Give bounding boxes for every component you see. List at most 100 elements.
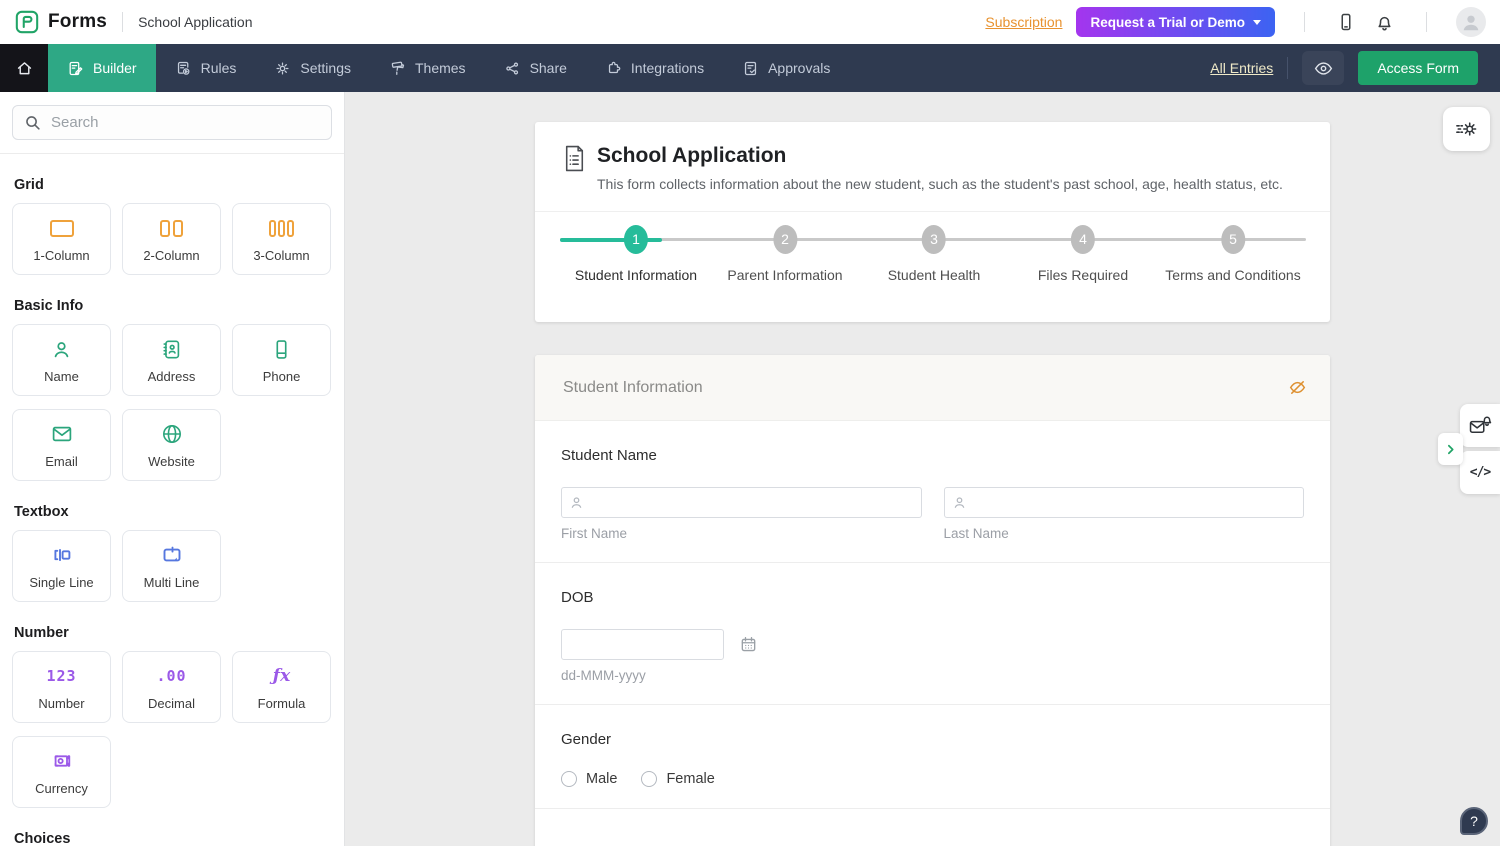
help-button[interactable]: ? — [1460, 807, 1488, 835]
nav-right: All Entries Access Form — [1210, 44, 1500, 92]
divider — [1287, 57, 1288, 79]
field-card-formula[interactable]: ƒx Formula — [232, 651, 331, 723]
mobile-icon — [1336, 12, 1356, 32]
nav-tabs: Builder Rules Settings Themes — [48, 44, 849, 92]
question-mark-icon: ? — [1470, 813, 1478, 829]
tab-rules[interactable]: Rules — [156, 44, 256, 92]
step-student-health[interactable]: 3 Student Health — [888, 225, 981, 283]
field-card-phone[interactable]: Phone — [232, 324, 331, 396]
first-name-input[interactable] — [561, 487, 922, 518]
home-icon — [15, 59, 34, 78]
access-form-button[interactable]: Access Form — [1358, 51, 1478, 85]
section-header[interactable]: Student Information — [535, 355, 1330, 421]
form-description: This form collects information about the… — [597, 175, 1283, 194]
field-student-name[interactable]: Student Name First Name — [535, 421, 1330, 562]
form-name-breadcrumb: School Application — [138, 14, 252, 30]
preview-button[interactable] — [1302, 51, 1344, 85]
search-input[interactable] — [12, 105, 332, 140]
field-card-single-line[interactable]: Single Line — [12, 530, 111, 602]
person-icon — [50, 336, 73, 362]
dob-input[interactable] — [561, 629, 724, 660]
section-heading-number: Number — [14, 625, 330, 641]
field-card-website[interactable]: Website — [122, 409, 221, 481]
radio-option-male[interactable]: Male — [561, 771, 617, 787]
tab-share[interactable]: Share — [485, 44, 586, 92]
field-palette-sidebar: Grid 1-Column 2-Column 3-Column Basic In… — [0, 92, 345, 846]
form-header-card[interactable]: School Application This form collects in… — [535, 122, 1330, 322]
field-card-name[interactable]: Name — [12, 324, 111, 396]
three-column-icon — [269, 215, 294, 241]
eye-icon — [1313, 58, 1334, 79]
step-label: Student Health — [888, 267, 981, 283]
subscription-link[interactable]: Subscription — [985, 14, 1062, 30]
radio-option-female[interactable]: Female — [641, 771, 714, 787]
home-button[interactable] — [0, 44, 48, 92]
radio-icon[interactable] — [561, 771, 577, 787]
field-card-multi-line[interactable]: Multi Line — [122, 530, 221, 602]
divider — [535, 808, 1330, 809]
form-quick-settings-button[interactable] — [1443, 107, 1490, 151]
step-dot: 5 — [1221, 225, 1245, 254]
form-document-icon — [563, 145, 586, 194]
divider — [1304, 12, 1305, 32]
divider — [1426, 12, 1427, 32]
embed-code-button[interactable]: </> — [1460, 451, 1500, 494]
tab-settings[interactable]: Settings — [255, 44, 370, 92]
field-card-decimal[interactable]: .00 Decimal — [122, 651, 221, 723]
number-123-icon: 123 — [46, 663, 76, 689]
field-card-2-column[interactable]: 2-Column — [122, 203, 221, 275]
globe-icon — [160, 421, 184, 447]
tab-integrations[interactable]: Integrations — [586, 44, 723, 92]
person-icon — [952, 495, 967, 510]
chevron-right-icon — [1444, 443, 1457, 456]
field-card-email[interactable]: Email — [12, 409, 111, 481]
field-card-currency[interactable]: Currency — [12, 736, 111, 808]
radio-icon[interactable] — [641, 771, 657, 787]
topbar-right: Subscription Request a Trial or Demo — [985, 7, 1486, 37]
mobile-app-button[interactable] — [1334, 10, 1358, 34]
radio-label: Male — [586, 771, 617, 787]
tab-approvals-label: Approvals — [768, 60, 830, 76]
phone-icon — [270, 336, 293, 362]
tab-share-label: Share — [530, 60, 567, 76]
tab-settings-label: Settings — [300, 60, 351, 76]
tab-approvals[interactable]: Approvals — [723, 44, 849, 92]
form-canvas: School Application This form collects in… — [345, 92, 1500, 846]
tab-builder[interactable]: Builder — [48, 44, 156, 92]
request-trial-label: Request a Trial or Demo — [1090, 15, 1245, 30]
first-name-sublabel: First Name — [561, 526, 922, 541]
section-heading-textbox: Textbox — [14, 504, 330, 520]
section-hidden-toggle[interactable] — [1285, 375, 1310, 400]
right-side-tools: </> — [1438, 404, 1500, 494]
step-student-information[interactable]: 1 Student Information — [575, 225, 697, 283]
field-card-1-column[interactable]: 1-Column — [12, 203, 111, 275]
field-dob[interactable]: DOB dd-MMM-yyyy — [535, 563, 1330, 704]
gear-speed-icon — [1454, 118, 1479, 140]
all-entries-link[interactable]: All Entries — [1210, 60, 1273, 76]
person-icon — [1460, 11, 1482, 33]
request-trial-button[interactable]: Request a Trial or Demo — [1076, 7, 1275, 37]
last-name-input[interactable] — [944, 487, 1305, 518]
section-heading-grid: Grid — [14, 177, 330, 193]
rules-icon — [175, 60, 192, 77]
step-dot: 2 — [773, 225, 797, 254]
address-book-icon — [160, 336, 183, 362]
search-icon — [23, 113, 42, 132]
collapse-panel-button[interactable] — [1438, 433, 1463, 465]
field-gender[interactable]: Gender Male Female — [535, 705, 1330, 808]
tab-themes[interactable]: Themes — [370, 44, 485, 92]
chevron-down-icon — [1253, 20, 1261, 25]
field-card-number[interactable]: 123 Number — [12, 651, 111, 723]
step-files-required[interactable]: 4 Files Required — [1038, 225, 1128, 283]
step-parent-information[interactable]: 2 Parent Information — [727, 225, 842, 283]
user-avatar[interactable] — [1456, 7, 1486, 37]
notifications-button[interactable] — [1372, 10, 1397, 35]
step-terms-and-conditions[interactable]: 5 Terms and Conditions — [1165, 225, 1300, 283]
code-icon: </> — [1470, 465, 1490, 480]
field-card-address[interactable]: Address — [122, 324, 221, 396]
date-picker-button[interactable] — [737, 633, 760, 656]
page-stepper: 1 Student Information 2 Parent Informati… — [535, 212, 1330, 303]
field-card-3-column[interactable]: 3-Column — [232, 203, 331, 275]
forms-logo-icon — [14, 9, 40, 35]
email-notifications-button[interactable] — [1460, 404, 1500, 447]
